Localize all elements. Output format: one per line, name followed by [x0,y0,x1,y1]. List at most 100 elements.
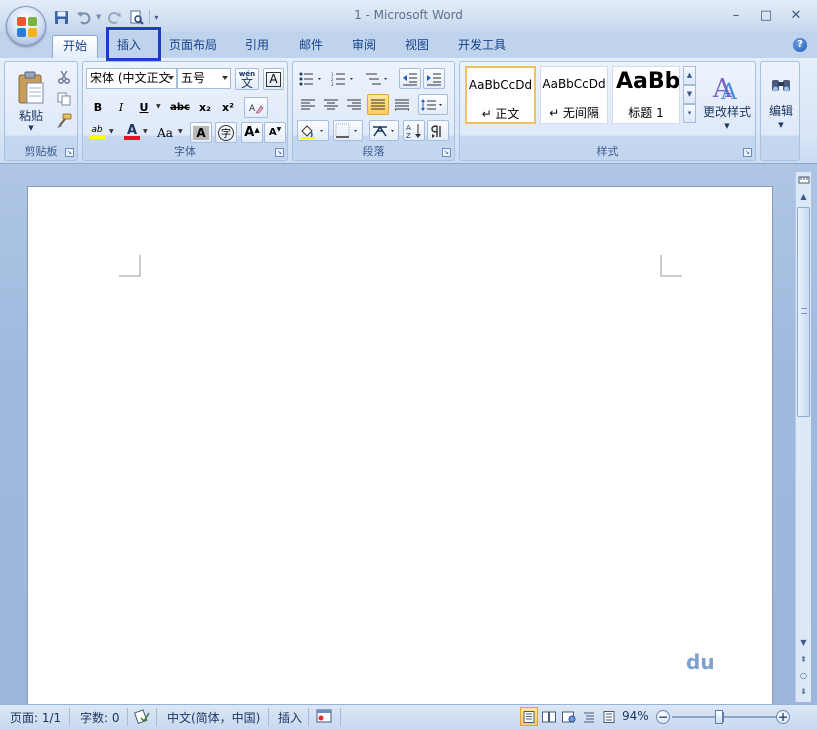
multilevel-list-button[interactable] [363,68,393,89]
page-count-status[interactable]: 页面: 1/1 [10,709,61,726]
style-normal-tile[interactable]: AaBbCcDd ↵ 正文 [465,66,536,124]
change-styles-button[interactable]: AA 更改样式 ▼ [700,64,754,136]
scroll-down-button[interactable]: ▼ [796,635,811,650]
tab-page-layout[interactable]: 页面布局 [162,35,224,58]
next-page-button[interactable]: ⇟ [796,684,811,699]
style-no-spacing-tile[interactable]: AaBbCcDd ↵ 无间隔 [540,66,608,124]
language-status[interactable]: 中文(简体，中国) [167,709,260,726]
character-border-button[interactable]: A [263,68,284,90]
ruler-toggle-button[interactable] [796,172,811,187]
font-name-combo[interactable]: 宋体 (中文正文 [86,68,177,89]
italic-button[interactable]: I [110,97,132,118]
styles-more-button[interactable]: ▾ [683,104,696,123]
previous-page-button[interactable]: ⇞ [796,652,811,667]
font-color-button[interactable]: A [121,122,143,143]
line-spacing-button[interactable] [418,94,448,115]
bold-button[interactable]: B [87,97,109,118]
zoom-slider-track[interactable] [672,716,778,718]
shading-button[interactable] [297,120,329,141]
print-layout-view-button[interactable] [520,707,538,726]
style-heading1-tile[interactable]: AaBb 标题 1 [612,66,680,124]
tab-mailings[interactable]: 邮件 [290,35,332,58]
justify-button[interactable] [367,94,389,115]
distributed-button[interactable] [391,94,413,115]
cut-button[interactable] [53,66,75,87]
paragraph-launcher-button[interactable]: ↘ [442,148,451,157]
show-paragraph-marks-button[interactable] [427,120,449,141]
paragraph-mark-icon [431,124,441,138]
clipboard-launcher-button[interactable]: ↘ [65,148,74,157]
styles-scroll-down-button[interactable]: ▼ [683,85,696,104]
paste-button[interactable]: 粘贴 ▼ [9,66,53,136]
sort-button[interactable]: AZ [403,120,425,141]
zoom-in-button[interactable]: + [776,710,790,724]
justify-icon [371,99,385,109]
close-button[interactable]: ✕ [781,4,811,26]
proofing-icon [133,709,150,724]
highlight-dropdown-icon[interactable]: ▼ [109,128,114,135]
insert-mode-status[interactable]: 插入 [278,709,302,726]
tab-home[interactable]: 开始 [52,35,98,58]
help-button[interactable]: ? [793,38,807,52]
superscript-button[interactable]: x² [217,97,239,118]
macro-recording-status[interactable] [316,708,332,727]
editing-button[interactable]: 编辑 ▼ [763,66,799,138]
format-painter-button[interactable] [53,110,75,131]
align-center-button[interactable] [320,94,342,115]
strikethrough-button[interactable]: abc [167,97,193,118]
shrink-font-button[interactable]: A ▼ [264,122,286,143]
vertical-scrollbar[interactable]: ▲ ▼ ⇞ ○ ⇟ [795,172,811,702]
outline-icon [584,712,594,722]
character-shading-button[interactable]: A [190,122,212,143]
change-case-dropdown-icon[interactable]: ▼ [178,128,183,135]
word-count-status[interactable]: 字数: 0 [80,709,120,726]
tab-references[interactable]: 引用 [236,35,278,58]
bullets-button[interactable] [297,68,327,89]
zoom-level[interactable]: 94% [622,709,649,723]
draft-view-button[interactable] [600,707,618,726]
copy-button[interactable] [53,88,75,109]
full-screen-reading-view-button[interactable] [540,707,558,726]
subscript-button[interactable]: x₂ [194,97,216,118]
maximize-button[interactable]: □ [751,4,781,26]
paragraph-group: 123 A Z 段落 ↘ [292,61,455,161]
phonetic-guide-button[interactable]: wén 文 [235,68,259,90]
office-button[interactable] [6,6,46,46]
tab-developer[interactable]: 开发工具 [450,35,514,58]
web-layout-view-button[interactable] [560,707,578,726]
align-left-button[interactable] [297,94,319,115]
decrease-indent-button[interactable] [399,68,421,89]
zoom-out-button[interactable]: − [656,710,670,724]
tab-review[interactable]: 审阅 [343,35,385,58]
change-case-button[interactable]: Aa [153,122,177,143]
chinese-layout-button[interactable] [369,120,399,141]
scroll-thumb[interactable] [797,207,810,417]
underline-button[interactable]: U [133,97,155,118]
minimize-button[interactable]: – [721,4,751,26]
enclose-characters-button[interactable]: 字 [215,122,237,143]
grow-font-button[interactable]: A ▲ [241,122,263,143]
clear-formatting-button[interactable]: A [244,97,268,118]
increase-indent-button[interactable] [423,68,445,89]
document-area: Bai du 经验 jingyan.baidu.com [0,164,817,706]
styles-launcher-button[interactable]: ↘ [743,148,752,157]
font-color-dropdown-icon[interactable]: ▼ [143,128,148,135]
distributed-icon [395,99,409,111]
underline-dropdown-icon[interactable]: ▼ [156,103,161,110]
align-left-icon [301,99,315,109]
tab-view[interactable]: 视图 [396,35,438,58]
select-browse-object-button[interactable]: ○ [796,668,811,683]
zoom-slider-thumb[interactable] [715,710,723,724]
borders-button[interactable] [333,120,363,141]
document-page[interactable] [27,186,773,706]
text-highlight-button[interactable]: ab [87,122,107,143]
numbering-button[interactable]: 123 [329,68,359,89]
styles-scroll-up-button[interactable]: ▲ [683,66,696,85]
font-size-combo[interactable]: 五号 [177,68,231,89]
editing-group: 编辑 ▼ [760,61,800,161]
scroll-up-button[interactable]: ▲ [796,189,811,204]
outline-view-button[interactable] [580,707,598,726]
align-right-button[interactable] [343,94,365,115]
proofing-status[interactable] [133,708,150,727]
font-launcher-button[interactable]: ↘ [275,148,284,157]
